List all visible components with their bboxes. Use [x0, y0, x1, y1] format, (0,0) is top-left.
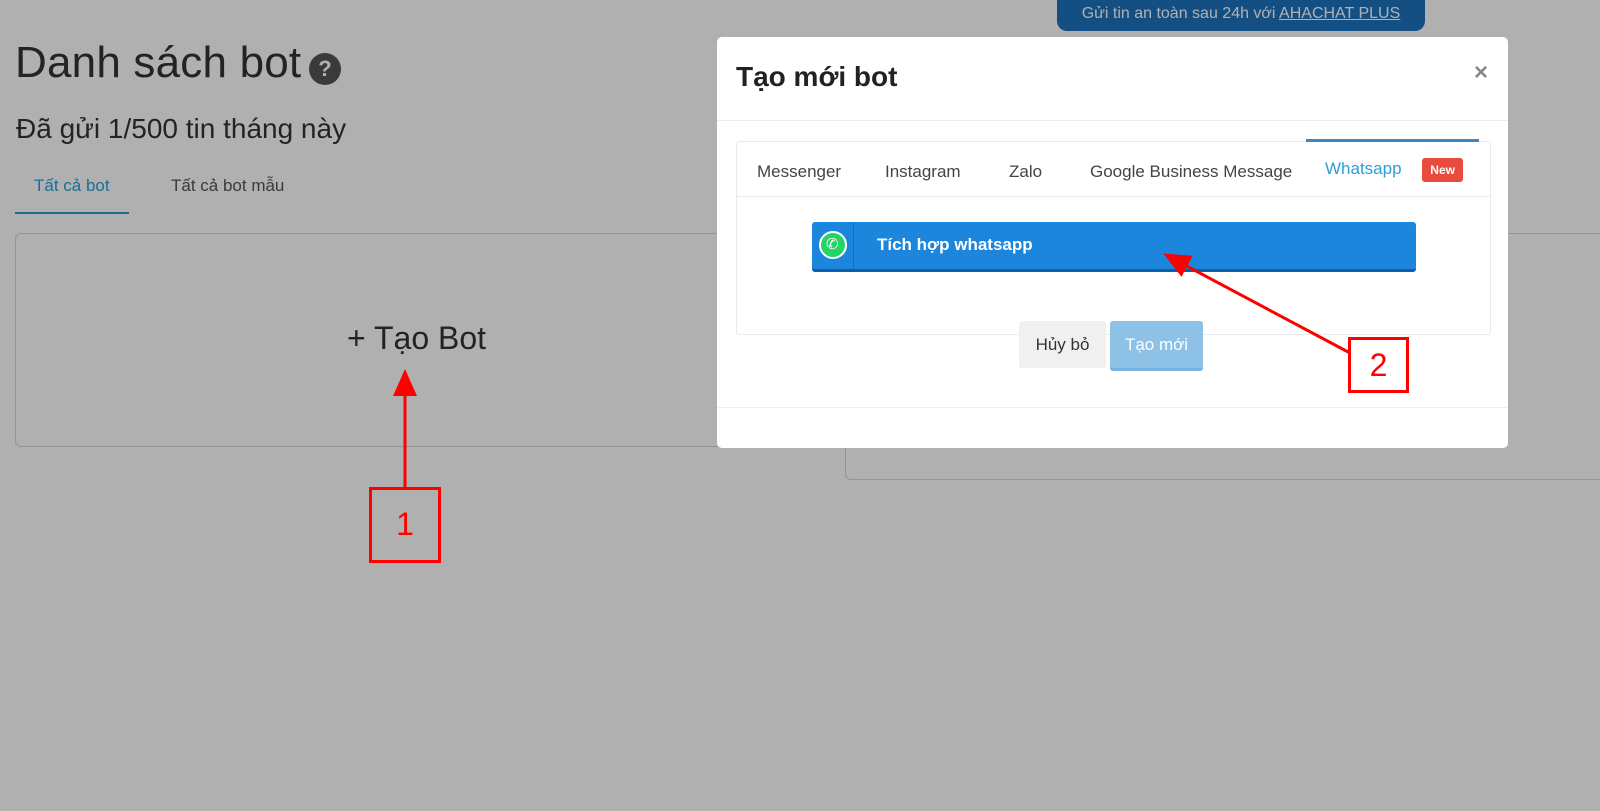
annotation-arrows [393, 253, 1351, 489]
annotation-step-2: 2 [1348, 337, 1409, 393]
annotation-arrow-2 [1163, 253, 1351, 355]
annotation-step-1: 1 [369, 487, 441, 563]
